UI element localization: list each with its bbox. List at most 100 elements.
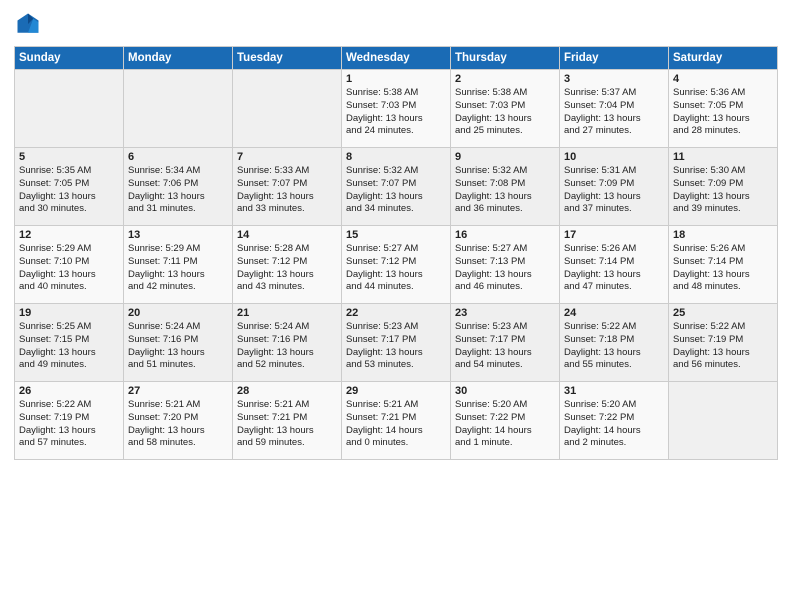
day-number: 21: [237, 307, 337, 319]
cell-content: Sunrise: 5:21 AM Sunset: 7:21 PM Dayligh…: [237, 399, 337, 450]
calendar-cell: 1 Sunrise: 5:38 AM Sunset: 7:03 PM Daylig…: [342, 70, 451, 148]
cell-content: Sunrise: 5:33 AM Sunset: 7:07 PM Dayligh…: [237, 165, 337, 216]
day-number: 29: [346, 385, 446, 397]
calendar-cell: 9Sunrise: 5:32 AM Sunset: 7:08 PM Daylig…: [451, 148, 560, 226]
calendar-cell: 16 Sunrise: 5:27 AM Sunset: 7:13 PM Dayli…: [451, 226, 560, 304]
calendar-week-2: 5Sunrise: 5:35 AM Sunset: 7:05 PM Daylig…: [15, 148, 778, 226]
calendar-cell: 15Sunrise: 5:27 AM Sunset: 7:12 PM Dayli…: [342, 226, 451, 304]
day-number: 31: [564, 385, 664, 397]
calendar-cell: 3Sunrise: 5:37 AM Sunset: 7:04 PM Daylig…: [560, 70, 669, 148]
weekday-header-wednesday: Wednesday: [342, 47, 451, 70]
day-number: 24: [564, 307, 664, 319]
cell-content: Sunrise: 5:23 AM Sunset: 7:17 PM Dayligh…: [346, 321, 446, 372]
cell-content: Sunrise: 5:24 AM Sunset: 7:16 PM Dayligh…: [237, 321, 337, 372]
weekday-header-saturday: Saturday: [669, 47, 778, 70]
weekday-header-friday: Friday: [560, 47, 669, 70]
day-number: 16: [455, 229, 555, 241]
cell-content: Sunrise: 5:30 AM Sunset: 7:09 PM Dayligh…: [673, 165, 773, 216]
day-number: 23: [455, 307, 555, 319]
calendar-table: SundayMondayTuesdayWednesdayThursdayFrid…: [14, 46, 778, 460]
day-number: 2: [455, 73, 555, 85]
calendar-cell: 6 Sunrise: 5:34 AM Sunset: 7:06 PM Daylig…: [124, 148, 233, 226]
calendar-cell: [15, 70, 124, 148]
cell-content: Sunrise: 5:26 AM Sunset: 7:14 PM Dayligh…: [564, 243, 664, 294]
day-number: 3: [564, 73, 664, 85]
cell-content: Sunrise: 5:28 AM Sunset: 7:12 PM Dayligh…: [237, 243, 337, 294]
cell-content: Sunrise: 5:26 AM Sunset: 7:14 PM Dayligh…: [673, 243, 773, 294]
day-number: 8: [346, 151, 446, 163]
calendar-cell: 18 Sunrise: 5:26 AM Sunset: 7:14 PM Dayli…: [669, 226, 778, 304]
calendar-cell: 21 Sunrise: 5:24 AM Sunset: 7:16 PM Dayli…: [233, 304, 342, 382]
calendar-cell: [124, 70, 233, 148]
day-number: 13: [128, 229, 228, 241]
cell-content: Sunrise: 5:36 AM Sunset: 7:05 PM Dayligh…: [673, 87, 773, 138]
calendar-cell: 31Sunrise: 5:20 AM Sunset: 7:22 PM Dayli…: [560, 382, 669, 460]
calendar-cell: [669, 382, 778, 460]
cell-content: Sunrise: 5:32 AM Sunset: 7:08 PM Dayligh…: [455, 165, 555, 216]
day-number: 28: [237, 385, 337, 397]
day-number: 12: [19, 229, 119, 241]
calendar-week-5: 26Sunrise: 5:22 AM Sunset: 7:19 PM Dayli…: [15, 382, 778, 460]
calendar-header: SundayMondayTuesdayWednesdayThursdayFrid…: [15, 47, 778, 70]
day-number: 30: [455, 385, 555, 397]
calendar-cell: 26Sunrise: 5:22 AM Sunset: 7:19 PM Dayli…: [15, 382, 124, 460]
logo: [14, 10, 46, 38]
cell-content: Sunrise: 5:34 AM Sunset: 7:06 PM Dayligh…: [128, 165, 228, 216]
calendar-week-4: 19 Sunrise: 5:25 AM Sunset: 7:15 PM Dayli…: [15, 304, 778, 382]
day-number: 19: [19, 307, 119, 319]
cell-content: Sunrise: 5:31 AM Sunset: 7:09 PM Dayligh…: [564, 165, 664, 216]
calendar-cell: 30 Sunrise: 5:20 AM Sunset: 7:22 PM Dayli…: [451, 382, 560, 460]
cell-content: Sunrise: 5:22 AM Sunset: 7:19 PM Dayligh…: [673, 321, 773, 372]
calendar-cell: 27 Sunrise: 5:21 AM Sunset: 7:20 PM Dayli…: [124, 382, 233, 460]
calendar-cell: 24Sunrise: 5:22 AM Sunset: 7:18 PM Dayli…: [560, 304, 669, 382]
calendar-cell: [233, 70, 342, 148]
day-number: 6: [128, 151, 228, 163]
logo-icon: [14, 10, 42, 38]
calendar-cell: 29 Sunrise: 5:21 AM Sunset: 7:21 PM Dayli…: [342, 382, 451, 460]
cell-content: Sunrise: 5:27 AM Sunset: 7:13 PM Dayligh…: [455, 243, 555, 294]
calendar-cell: 2 Sunrise: 5:38 AM Sunset: 7:03 PM Daylig…: [451, 70, 560, 148]
day-number: 27: [128, 385, 228, 397]
calendar-week-1: 1 Sunrise: 5:38 AM Sunset: 7:03 PM Daylig…: [15, 70, 778, 148]
day-number: 7: [237, 151, 337, 163]
cell-content: Sunrise: 5:21 AM Sunset: 7:20 PM Dayligh…: [128, 399, 228, 450]
calendar-cell: 23Sunrise: 5:23 AM Sunset: 7:17 PM Dayli…: [451, 304, 560, 382]
calendar-cell: 5Sunrise: 5:35 AM Sunset: 7:05 PM Daylig…: [15, 148, 124, 226]
day-number: 17: [564, 229, 664, 241]
calendar-week-3: 12 Sunrise: 5:29 AM Sunset: 7:10 PM Dayli…: [15, 226, 778, 304]
cell-content: Sunrise: 5:32 AM Sunset: 7:07 PM Dayligh…: [346, 165, 446, 216]
day-number: 5: [19, 151, 119, 163]
cell-content: Sunrise: 5:29 AM Sunset: 7:10 PM Dayligh…: [19, 243, 119, 294]
weekday-row: SundayMondayTuesdayWednesdayThursdayFrid…: [15, 47, 778, 70]
calendar-cell: 28 Sunrise: 5:21 AM Sunset: 7:21 PM Dayli…: [233, 382, 342, 460]
cell-content: Sunrise: 5:24 AM Sunset: 7:16 PM Dayligh…: [128, 321, 228, 372]
cell-content: Sunrise: 5:38 AM Sunset: 7:03 PM Dayligh…: [346, 87, 446, 138]
day-number: 11: [673, 151, 773, 163]
calendar-cell: 4 Sunrise: 5:36 AM Sunset: 7:05 PM Daylig…: [669, 70, 778, 148]
day-number: 15: [346, 229, 446, 241]
cell-content: Sunrise: 5:29 AM Sunset: 7:11 PM Dayligh…: [128, 243, 228, 294]
weekday-header-monday: Monday: [124, 47, 233, 70]
cell-content: Sunrise: 5:38 AM Sunset: 7:03 PM Dayligh…: [455, 87, 555, 138]
calendar-cell: 20Sunrise: 5:24 AM Sunset: 7:16 PM Dayli…: [124, 304, 233, 382]
header: [14, 10, 778, 38]
day-number: 4: [673, 73, 773, 85]
calendar-cell: 14 Sunrise: 5:28 AM Sunset: 7:12 PM Dayli…: [233, 226, 342, 304]
calendar-cell: 13 Sunrise: 5:29 AM Sunset: 7:11 PM Dayli…: [124, 226, 233, 304]
weekday-header-thursday: Thursday: [451, 47, 560, 70]
cell-content: Sunrise: 5:25 AM Sunset: 7:15 PM Dayligh…: [19, 321, 119, 372]
day-number: 1: [346, 73, 446, 85]
day-number: 22: [346, 307, 446, 319]
weekday-header-tuesday: Tuesday: [233, 47, 342, 70]
day-number: 10: [564, 151, 664, 163]
weekday-header-sunday: Sunday: [15, 47, 124, 70]
cell-content: Sunrise: 5:21 AM Sunset: 7:21 PM Dayligh…: [346, 399, 446, 450]
day-number: 18: [673, 229, 773, 241]
cell-content: Sunrise: 5:20 AM Sunset: 7:22 PM Dayligh…: [455, 399, 555, 450]
calendar-cell: 8 Sunrise: 5:32 AM Sunset: 7:07 PM Daylig…: [342, 148, 451, 226]
page: SundayMondayTuesdayWednesdayThursdayFrid…: [0, 0, 792, 612]
calendar-cell: 12 Sunrise: 5:29 AM Sunset: 7:10 PM Dayli…: [15, 226, 124, 304]
day-number: 25: [673, 307, 773, 319]
calendar-body: 1 Sunrise: 5:38 AM Sunset: 7:03 PM Daylig…: [15, 70, 778, 460]
day-number: 14: [237, 229, 337, 241]
